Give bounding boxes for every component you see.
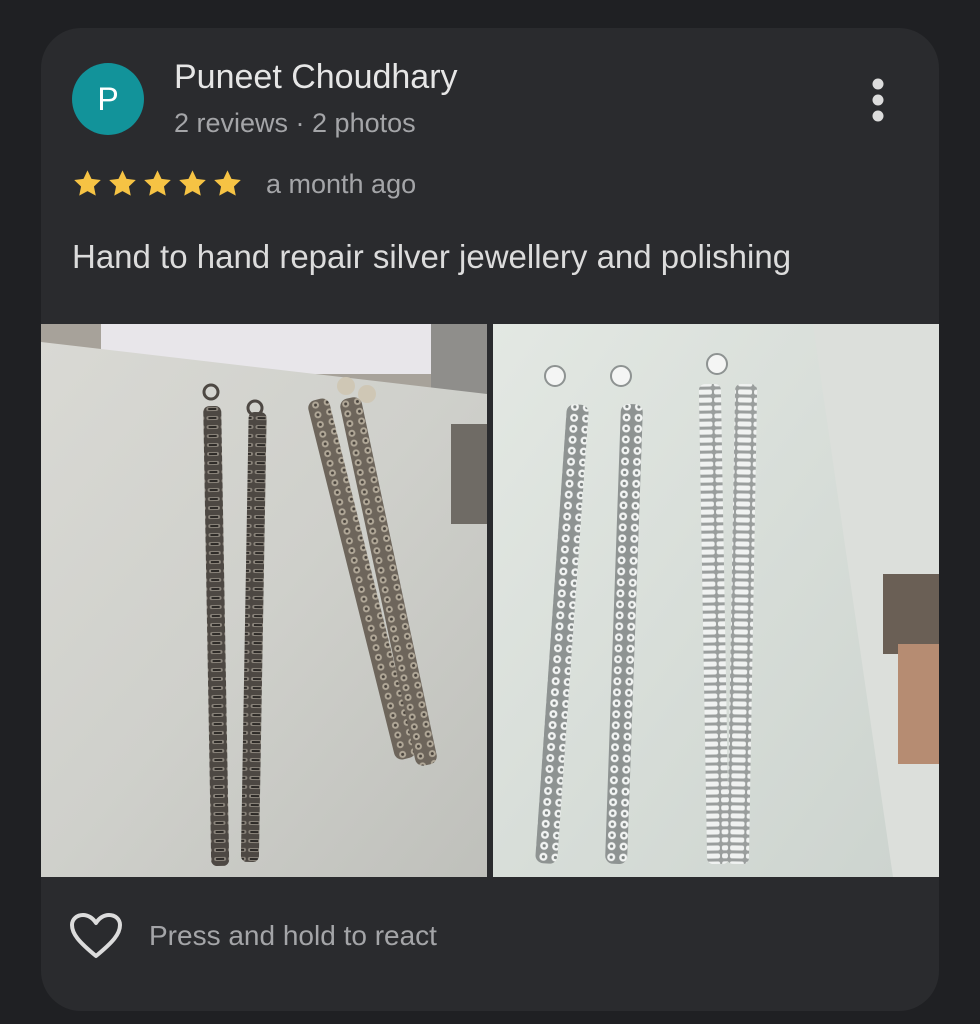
star-icon xyxy=(74,170,101,196)
star-rating xyxy=(72,168,243,199)
photo-tarnished-anklets xyxy=(41,324,487,877)
star-icon xyxy=(144,170,171,196)
review-time: a month ago xyxy=(266,169,417,199)
avatar-letter: P xyxy=(97,80,119,117)
star-icon xyxy=(109,170,136,196)
heart-outline-icon xyxy=(70,913,122,958)
author-name[interactable]: Puneet Choudhary xyxy=(174,58,458,97)
review-photo-1[interactable] xyxy=(41,324,487,877)
photo-polished-anklets xyxy=(493,324,939,877)
review-text: Hand to hand repair silver jewellery and… xyxy=(72,238,792,275)
react-label: Press and hold to react xyxy=(149,920,437,951)
star-icon xyxy=(214,170,241,196)
star-icon xyxy=(179,170,206,196)
review-photo-2[interactable] xyxy=(493,324,939,877)
avatar[interactable]: P xyxy=(72,63,144,135)
more-vert-icon xyxy=(872,78,884,122)
author-meta: 2 reviews · 2 photos xyxy=(174,108,416,138)
more-options-button[interactable] xyxy=(853,72,903,128)
react-button[interactable]: Press and hold to react xyxy=(69,912,437,960)
review-card: P Puneet Choudhary 2 reviews · 2 photos … xyxy=(41,28,939,1011)
